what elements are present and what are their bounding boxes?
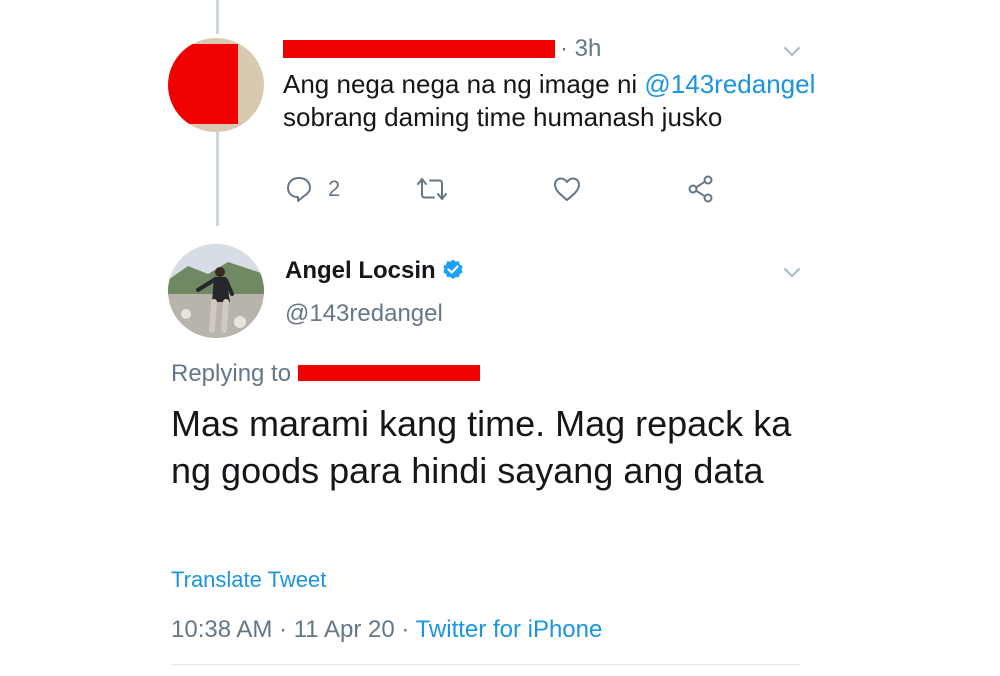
author-avatar[interactable]	[168, 244, 264, 338]
redaction-box	[168, 44, 238, 124]
reply-text-line2: sobrang daming time humanash jusko	[283, 102, 723, 132]
tweet-meta: 10:38 AM · 11 Apr 20 · Twitter for iPhon…	[171, 616, 602, 644]
redacted-username-bar	[283, 40, 555, 58]
share-button[interactable]	[686, 174, 716, 204]
author-name[interactable]: Angel Locsin	[285, 257, 436, 285]
reply-text-prefix: Ang nega nega na ng image ni	[283, 69, 645, 99]
redacted-reply-target-bar	[298, 365, 480, 381]
tweet-body: Mas marami kang time. Mag repack ka ng g…	[171, 403, 792, 491]
heart-icon	[552, 174, 582, 204]
author-handle[interactable]: @143redangel	[285, 300, 443, 328]
mention-link[interactable]: @143redangel	[644, 69, 815, 99]
verified-badge-icon	[441, 258, 465, 282]
redacted-user-avatar[interactable]	[168, 38, 264, 132]
tweet-source-link[interactable]: Twitter for iPhone	[416, 616, 603, 643]
chevron-down-icon[interactable]	[783, 42, 801, 60]
reply-timestamp: · 3h	[560, 35, 602, 62]
translate-tweet-link[interactable]: Translate Tweet	[171, 567, 326, 593]
chevron-down-icon[interactable]	[783, 263, 801, 281]
reply-button[interactable]: 2	[284, 174, 340, 204]
speech-bubble-icon	[284, 174, 314, 204]
retweet-icon	[414, 174, 450, 204]
share-icon	[686, 174, 716, 204]
reply-count: 2	[328, 176, 341, 201]
tweet-timestamp: 10:38 AM · 11 Apr 20 ·	[171, 616, 416, 643]
avatar-photo	[168, 244, 264, 338]
divider	[171, 664, 801, 665]
reply-tweet-text: Ang nega nega na ng image ni @143redange…	[283, 68, 815, 134]
replying-to-label: Replying to	[171, 360, 292, 387]
thread-line-connector	[216, 132, 219, 226]
thread-line-top	[216, 0, 219, 34]
like-button[interactable]	[552, 174, 582, 204]
retweet-button[interactable]	[414, 174, 450, 204]
